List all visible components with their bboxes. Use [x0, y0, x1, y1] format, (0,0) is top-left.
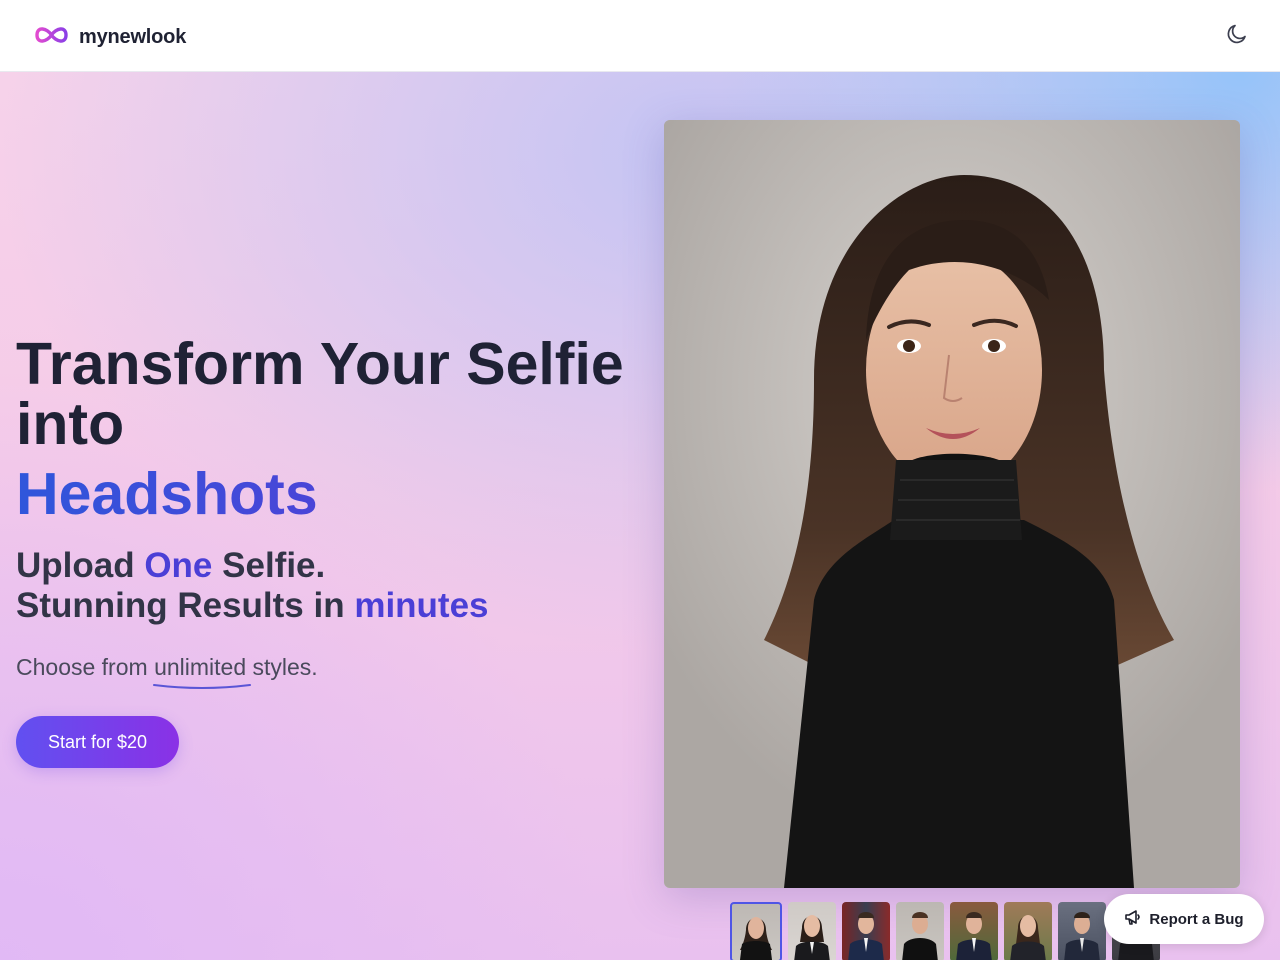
- thumbnail-man-suit-outdoor[interactable]: [950, 902, 998, 960]
- report-bug-label: Report a Bug: [1149, 910, 1244, 928]
- hero-section: Transform Your Selfie into Headshots Upl…: [0, 72, 1280, 960]
- top-nav: mynewlook: [0, 0, 1280, 72]
- thumbnail-woman-suit-outdoor[interactable]: [1004, 902, 1052, 960]
- headshot-illustration: [664, 120, 1240, 888]
- tagline-b: unlimited: [154, 654, 247, 680]
- hero-headline: Transform Your Selfie into: [16, 331, 624, 457]
- infinity-icon: [33, 22, 70, 53]
- theme-toggle-button[interactable]: [1222, 21, 1252, 51]
- thumbnail-strip: [730, 902, 1160, 960]
- brand-name: mynewlook: [79, 26, 187, 48]
- tagline-c: styles.: [246, 654, 318, 680]
- hero-tagline: Choose from unlimited styles.: [16, 652, 318, 689]
- tagline-underlined-word: unlimited: [153, 652, 252, 689]
- hero-headline-accent: Headshots: [16, 461, 318, 527]
- sub-line1-c: Selfie.: [212, 546, 326, 585]
- thumbnail-man-black-turtleneck[interactable]: [896, 902, 944, 960]
- tagline-a: Choose from: [16, 654, 155, 680]
- squiggle-underline: [153, 684, 252, 689]
- report-bug-button[interactable]: Report a Bug: [1104, 894, 1264, 944]
- sub-line1-highlight: One: [144, 546, 213, 585]
- sub-line1-a: Upload: [16, 546, 145, 585]
- thumbnail-man-navy-suit-city[interactable]: [842, 902, 890, 960]
- thumbnail-man-suit-city[interactable]: [1058, 902, 1106, 960]
- start-button[interactable]: Start for $20: [16, 716, 179, 768]
- sub-line2-highlight: minutes: [354, 586, 489, 625]
- brand-logo[interactable]: mynewlook: [33, 22, 186, 53]
- sub-line2-a: Stunning Results in: [16, 586, 355, 625]
- megaphone-icon: [1124, 908, 1142, 930]
- thumbnail-woman-black-turtleneck[interactable]: [730, 902, 782, 960]
- moon-icon: [1225, 22, 1249, 51]
- thumbnail-woman-suit[interactable]: [788, 902, 836, 960]
- headshot-preview: [664, 120, 1240, 888]
- hero-subheadline: Upload One Selfie. Stunning Results in m…: [16, 546, 489, 626]
